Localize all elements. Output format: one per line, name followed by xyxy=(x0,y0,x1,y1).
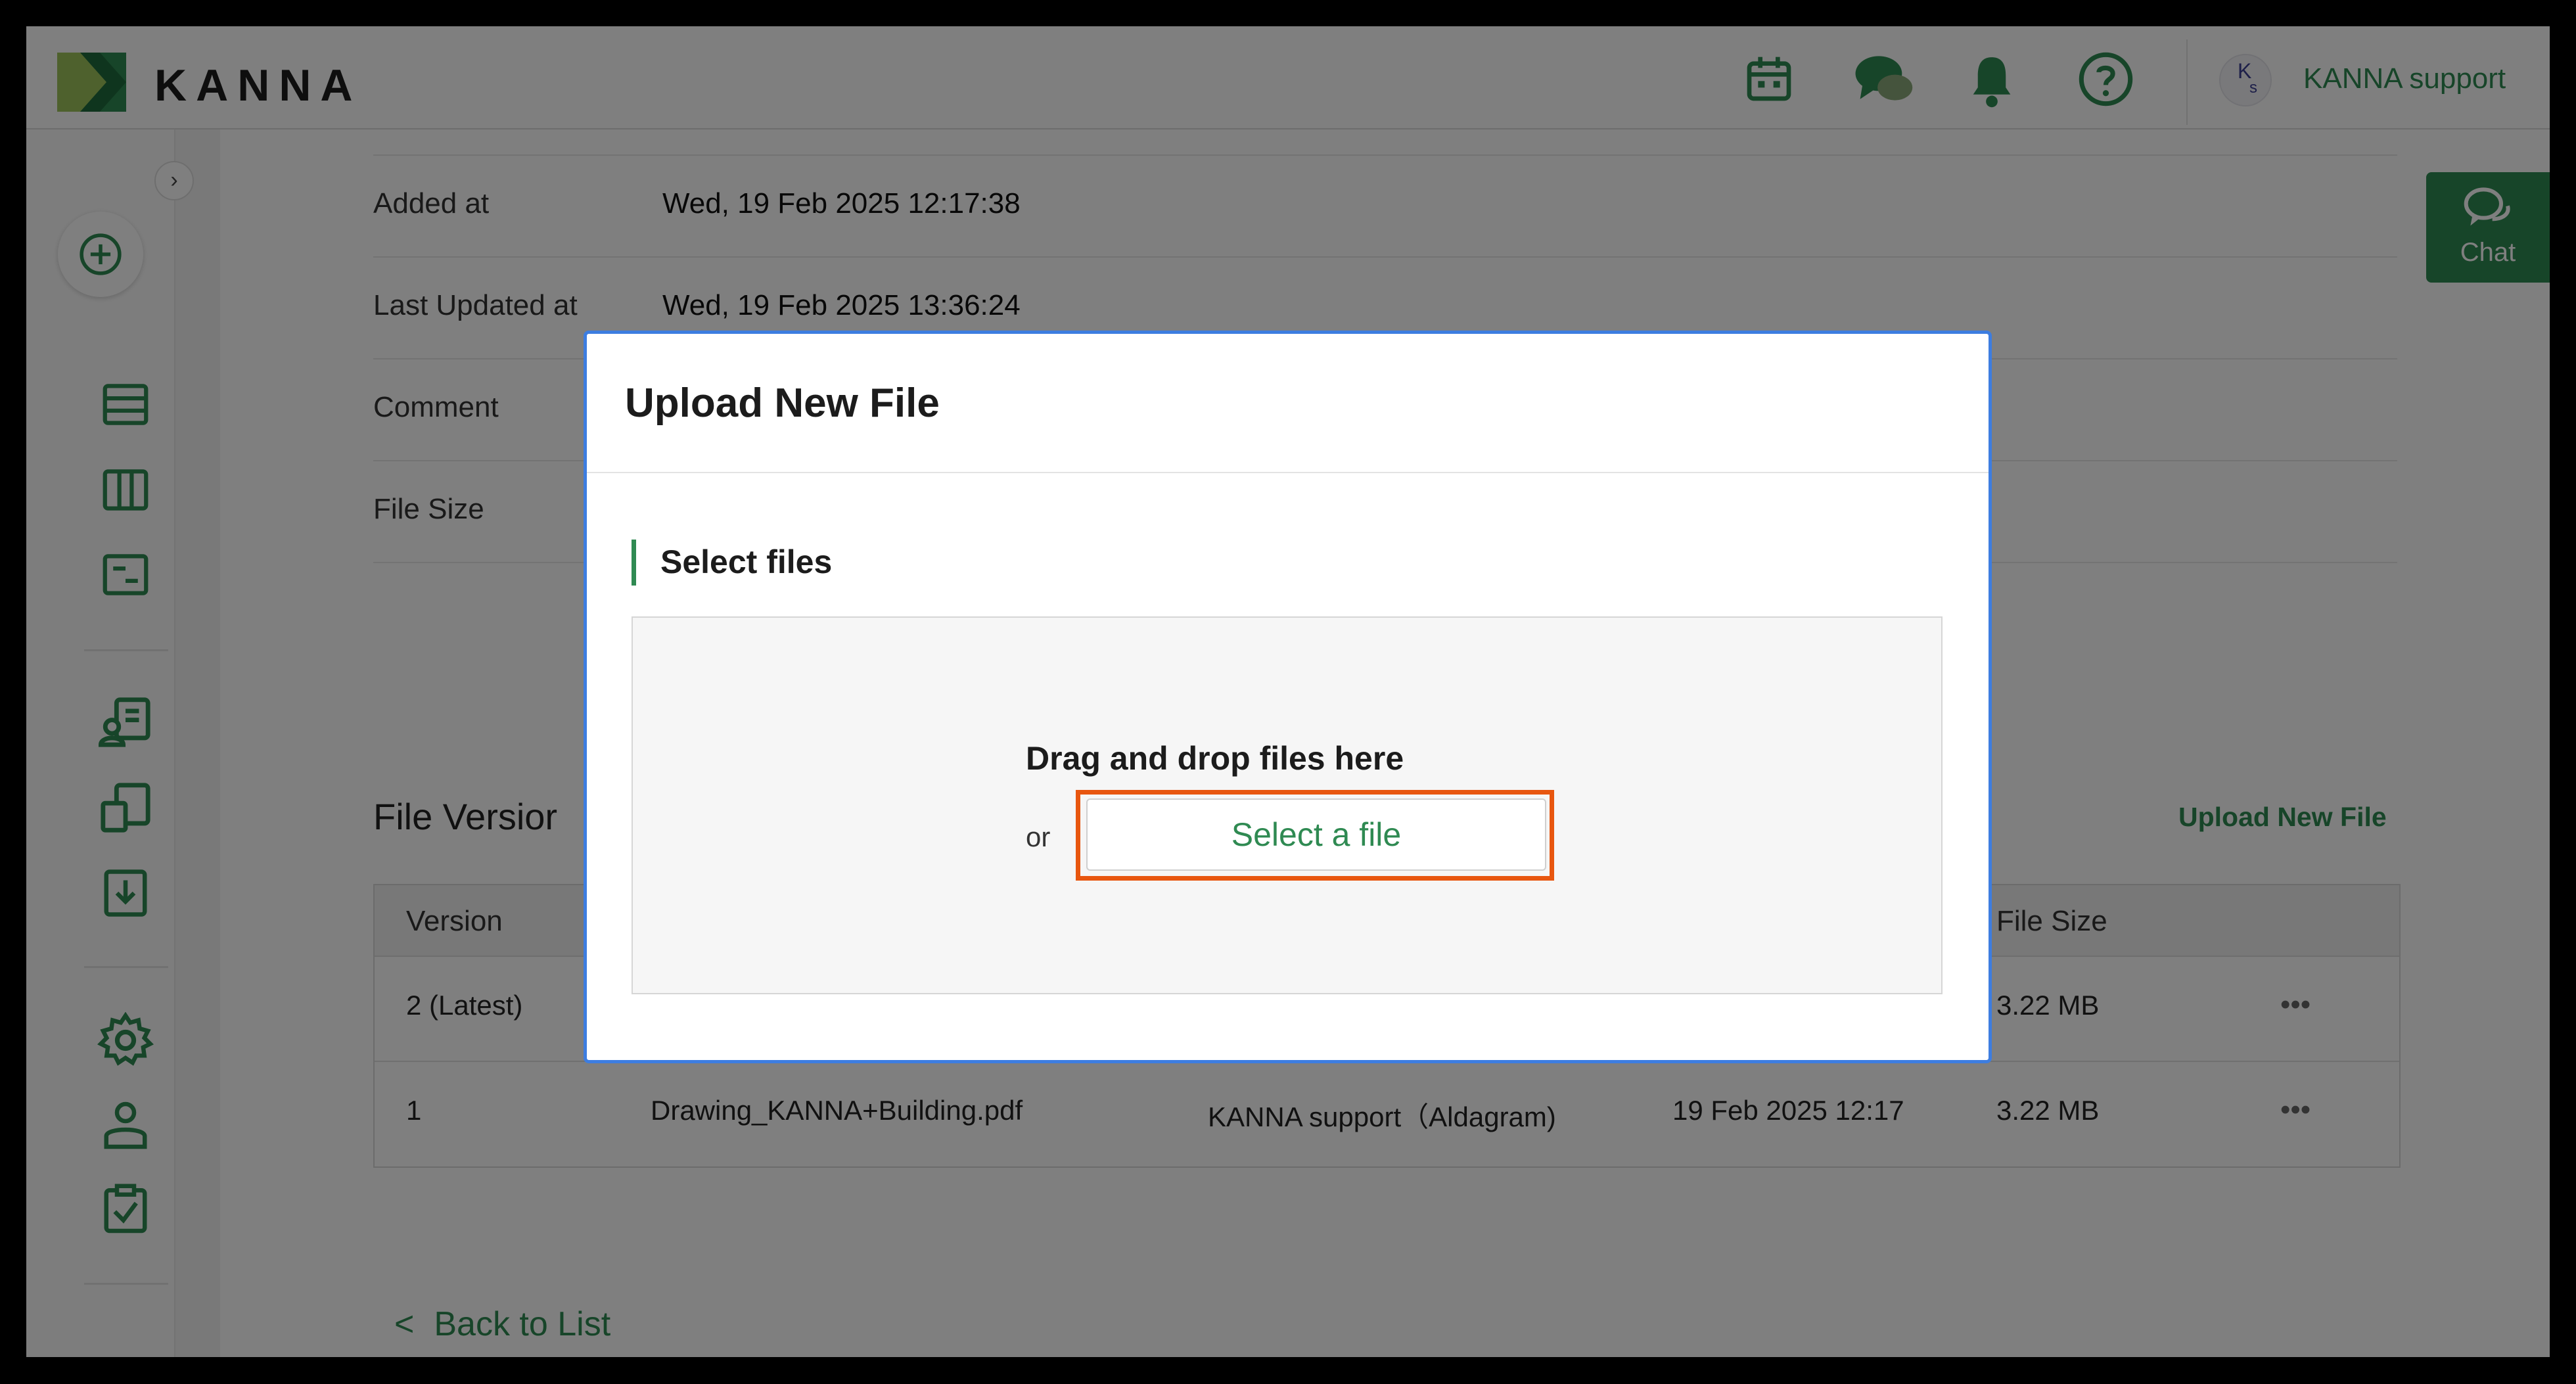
dropzone[interactable]: Drag and drop files here or Select a fil… xyxy=(632,616,1943,994)
app-screen: KANNA K s KANNA support › xyxy=(26,26,2550,1357)
highlight-box xyxy=(1076,790,1554,881)
section-accent-bar xyxy=(632,540,636,586)
modal-header-divider xyxy=(587,472,1989,473)
upload-modal: Upload New File Select files Drag and dr… xyxy=(584,331,1992,1063)
or-text: or xyxy=(1026,821,1051,852)
modal-title: Upload New File xyxy=(625,381,940,426)
drop-instructions: Drag and drop files here xyxy=(1026,740,1404,777)
section-title: Select files xyxy=(660,543,833,580)
